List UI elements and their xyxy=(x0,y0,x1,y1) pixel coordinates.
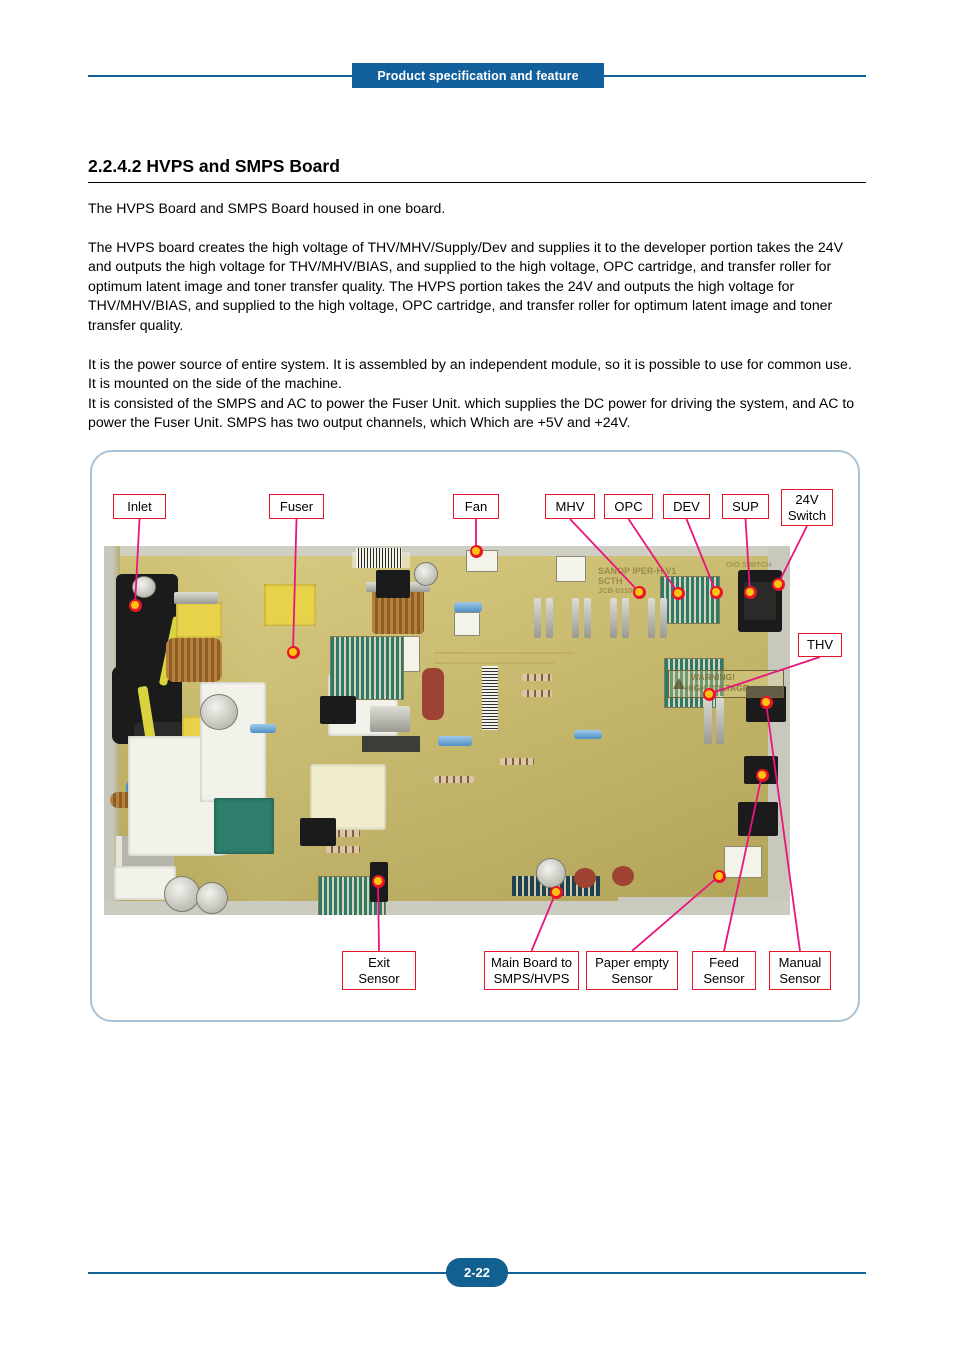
marker-dot-center-dev xyxy=(712,588,720,596)
marker-dot-inlet xyxy=(128,598,142,612)
marker-dot-thv xyxy=(702,687,716,701)
marker-dot-opc xyxy=(671,586,685,600)
callout-opc: OPC xyxy=(604,494,653,519)
warning-text-line2: HIGH VOLTAGE xyxy=(685,683,749,693)
paragraph-3: It is the power source of entire system.… xyxy=(88,355,855,431)
marker-dot-center-feed-sensor xyxy=(758,771,766,779)
page-footer: 2-22 xyxy=(88,1258,866,1288)
marker-dot-sup xyxy=(743,585,757,599)
body-copy: The HVPS Board and SMPS Board housed in … xyxy=(88,199,860,433)
marker-dot-dev xyxy=(709,585,723,599)
marker-dot-exit-sensor xyxy=(371,874,385,888)
warning-text-line1: WARNING! xyxy=(691,672,735,682)
marker-dot-fuser xyxy=(286,645,300,659)
silkscreen-switch-label: O/O SWITCH xyxy=(726,560,772,569)
callout-fuser: Fuser xyxy=(269,494,324,519)
callout-fan: Fan xyxy=(453,494,499,519)
high-voltage-warning-decal: WARNING! HIGH VOLTAGE xyxy=(668,670,784,698)
callout-dev: DEV xyxy=(663,494,710,519)
marker-dot-mhv xyxy=(632,585,646,599)
callout-sup: SUP xyxy=(722,494,769,519)
callout-feed-sensor: Feed Sensor xyxy=(692,951,756,990)
marker-dot-center-main-board xyxy=(552,888,560,896)
page-number-badge: 2-22 xyxy=(446,1258,508,1287)
marker-dot-fan xyxy=(469,544,483,558)
marker-dot-center-inlet xyxy=(131,601,139,609)
marker-dot-center-paper-empty xyxy=(715,872,723,880)
callout-paper-empty: Paper empty Sensor xyxy=(586,951,678,990)
paragraph-1: The HVPS Board and SMPS Board housed in … xyxy=(88,200,446,216)
marker-dot-center-mhv xyxy=(635,588,643,596)
callout-thv: THV xyxy=(798,633,842,657)
silkscreen-board-code-2: SCTH xyxy=(598,576,623,586)
paragraph-2: The HVPS board creates the high voltage … xyxy=(88,238,843,333)
callout-switch-24v: 24V Switch xyxy=(781,489,833,526)
marker-dot-switch-24v xyxy=(771,577,785,591)
silkscreen-board-code-1: SANOP IPER-H V1 xyxy=(598,566,677,576)
callout-mhv: MHV xyxy=(545,494,595,519)
marker-dot-center-thv xyxy=(705,690,713,698)
callout-manual-sensor: Manual Sensor xyxy=(769,951,831,990)
hvps-smps-board-photo: SANOP IPER-H V1 SCTH JCB-03109A O/O SWIT… xyxy=(104,546,790,915)
marker-dot-paper-empty xyxy=(712,869,726,883)
callout-inlet: Inlet xyxy=(113,494,166,519)
marker-dot-feed-sensor xyxy=(755,768,769,782)
warning-triangle-icon xyxy=(673,678,685,689)
marker-dot-center-manual-sensor xyxy=(762,698,770,706)
marker-dot-center-switch-24v xyxy=(774,580,782,588)
callout-main-board: Main Board to SMPS/HVPS xyxy=(484,951,579,990)
callout-exit-sensor: Exit Sensor xyxy=(342,951,416,990)
page-header: Product specification and feature xyxy=(88,60,866,92)
marker-dot-main-board xyxy=(549,885,563,899)
marker-dot-center-fan xyxy=(472,547,480,555)
marker-dot-center-exit-sensor xyxy=(374,877,382,885)
marker-dot-center-opc xyxy=(674,589,682,597)
page-title: 2.2.4.2 HVPS and SMPS Board xyxy=(88,156,866,183)
marker-dot-center-sup xyxy=(746,588,754,596)
marker-dot-center-fuser xyxy=(289,648,297,656)
header-banner: Product specification and feature xyxy=(352,63,604,88)
marker-dot-manual-sensor xyxy=(759,695,773,709)
